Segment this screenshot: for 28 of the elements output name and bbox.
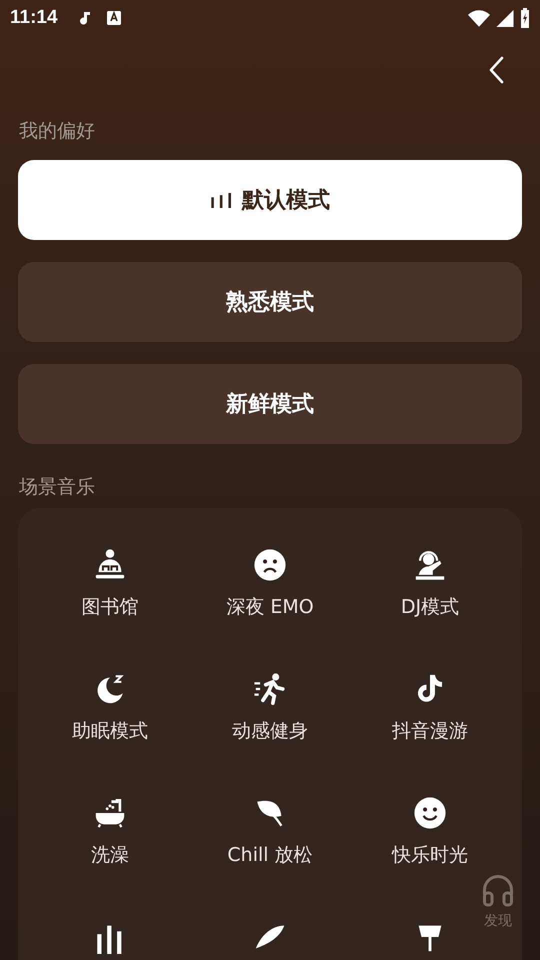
section-title: 场景音乐: [19, 475, 96, 500]
dj-headphones-icon: [413, 548, 447, 582]
scene-label[interactable]: 抖音漫游: [392, 718, 468, 744]
scene-label[interactable]: 动感健身: [232, 718, 308, 744]
wifi-icon: [468, 8, 490, 28]
scene-label[interactable]: 助眠模式: [72, 718, 148, 744]
scene-label[interactable]: Chill 放松: [227, 842, 313, 868]
headphones-icon: [480, 872, 516, 908]
bathtub-icon: [93, 796, 127, 830]
mode-button[interactable]: 新鲜模式: [18, 364, 522, 444]
smiley-icon: [413, 796, 447, 830]
sad-face-icon: [253, 548, 287, 582]
status-time: 11:14: [10, 7, 58, 29]
section-title: 我的偏好: [19, 119, 96, 144]
keyboard-icon: [106, 10, 122, 26]
equalizer-icon: [210, 192, 234, 208]
scene-label[interactable]: 快乐时光: [392, 842, 468, 868]
runner-icon: [253, 672, 287, 706]
back-icon: [488, 55, 504, 85]
battery-icon: [520, 8, 530, 28]
mode-button[interactable]: 默认模式: [18, 160, 522, 240]
scene-label[interactable]: DJ模式: [400, 594, 460, 620]
mode-button[interactable]: 熟悉模式: [18, 262, 522, 342]
scene-label[interactable]: 洗澡: [91, 842, 129, 868]
back-button[interactable]: [488, 55, 504, 85]
scene-label[interactable]: 深夜 EMO: [226, 594, 314, 620]
scene-label[interactable]: 图书馆: [82, 594, 138, 620]
signal-icon: [494, 8, 516, 28]
